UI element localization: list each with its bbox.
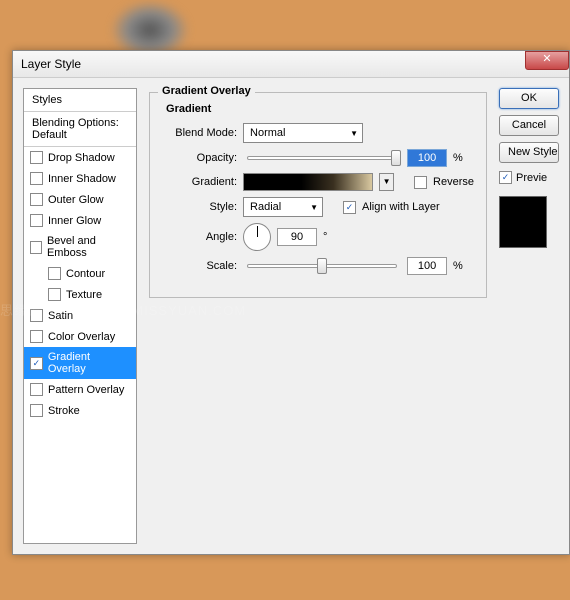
style-item-label: Bevel and Emboss: [47, 235, 130, 259]
style-item-texture[interactable]: Texture: [24, 284, 136, 305]
preview-swatch: [499, 196, 547, 248]
new-style-button[interactable]: New Style: [499, 142, 559, 163]
scale-input[interactable]: 100: [407, 257, 447, 275]
titlebar: Layer Style ✕: [13, 51, 569, 78]
style-checkbox[interactable]: [30, 330, 43, 343]
dialog-buttons: OK Cancel New Style Previe: [499, 88, 559, 544]
style-checkbox[interactable]: [48, 267, 61, 280]
cancel-button[interactable]: Cancel: [499, 115, 559, 136]
reverse-checkbox[interactable]: [414, 176, 427, 189]
close-button[interactable]: ✕: [525, 51, 569, 70]
layer-style-dialog: Layer Style ✕ Styles Blending Options: D…: [12, 50, 570, 555]
style-item-label: Gradient Overlay: [48, 351, 130, 375]
style-item-label: Pattern Overlay: [48, 384, 124, 396]
style-checkbox[interactable]: [30, 214, 43, 227]
style-item-label: Stroke: [48, 405, 80, 417]
style-checkbox[interactable]: [30, 383, 43, 396]
chevron-down-icon: ▼: [310, 203, 318, 212]
gradient-label: Gradient:: [162, 176, 237, 188]
style-item-label: Outer Glow: [48, 194, 104, 206]
style-item-bevel-and-emboss[interactable]: Bevel and Emboss: [24, 231, 136, 263]
style-label: Style:: [162, 201, 237, 213]
angle-input[interactable]: 90: [277, 228, 317, 246]
angle-label: Angle:: [162, 231, 237, 243]
style-item-label: Texture: [66, 289, 102, 301]
style-item-inner-glow[interactable]: Inner Glow: [24, 210, 136, 231]
style-item-label: Inner Shadow: [48, 173, 116, 185]
gradient-swatch[interactable]: [243, 173, 373, 191]
reverse-label: Reverse: [433, 176, 474, 188]
style-item-inner-shadow[interactable]: Inner Shadow: [24, 168, 136, 189]
style-item-contour[interactable]: Contour: [24, 263, 136, 284]
style-checkbox[interactable]: [30, 241, 42, 254]
angle-dial[interactable]: [243, 223, 271, 251]
opacity-label: Opacity:: [162, 152, 237, 164]
style-item-label: Color Overlay: [48, 331, 115, 343]
ok-button[interactable]: OK: [499, 88, 559, 109]
style-item-satin[interactable]: Satin: [24, 305, 136, 326]
opacity-input[interactable]: 100: [407, 149, 447, 167]
style-checkbox[interactable]: [30, 309, 43, 322]
preview-checkbox[interactable]: [499, 171, 512, 184]
style-checkbox[interactable]: [30, 151, 43, 164]
blending-options[interactable]: Blending Options: Default: [24, 112, 136, 147]
style-item-drop-shadow[interactable]: Drop Shadow: [24, 147, 136, 168]
scale-slider[interactable]: [247, 264, 397, 268]
window-title: Layer Style: [21, 57, 81, 71]
section-label: Gradient: [166, 103, 474, 115]
scale-label: Scale:: [162, 260, 237, 272]
panel-title: Gradient Overlay: [158, 85, 255, 97]
gradient-overlay-panel: Gradient Overlay Gradient Blend Mode: No…: [149, 88, 487, 544]
preview-label: Previe: [516, 172, 547, 184]
chevron-down-icon: ▼: [350, 129, 358, 138]
align-checkbox[interactable]: [343, 201, 356, 214]
blend-mode-label: Blend Mode:: [162, 127, 237, 139]
gradient-dropdown[interactable]: ▼: [379, 173, 394, 191]
style-checkbox[interactable]: [30, 404, 43, 417]
align-label: Align with Layer: [362, 201, 440, 213]
styles-header[interactable]: Styles: [24, 89, 136, 112]
style-item-gradient-overlay[interactable]: Gradient Overlay: [24, 347, 136, 379]
style-checkbox[interactable]: [30, 172, 43, 185]
style-item-label: Drop Shadow: [48, 152, 115, 164]
style-item-outer-glow[interactable]: Outer Glow: [24, 189, 136, 210]
style-checkbox[interactable]: [30, 193, 43, 206]
opacity-slider[interactable]: [247, 156, 397, 160]
style-item-label: Satin: [48, 310, 73, 322]
style-item-color-overlay[interactable]: Color Overlay: [24, 326, 136, 347]
style-checkbox[interactable]: [48, 288, 61, 301]
style-select[interactable]: Radial ▼: [243, 197, 323, 217]
style-item-label: Contour: [66, 268, 105, 280]
blend-mode-select[interactable]: Normal ▼: [243, 123, 363, 143]
style-checkbox[interactable]: [30, 357, 43, 370]
style-item-stroke[interactable]: Stroke: [24, 400, 136, 421]
styles-list: Styles Blending Options: Default Drop Sh…: [23, 88, 137, 544]
style-item-pattern-overlay[interactable]: Pattern Overlay: [24, 379, 136, 400]
style-item-label: Inner Glow: [48, 215, 101, 227]
